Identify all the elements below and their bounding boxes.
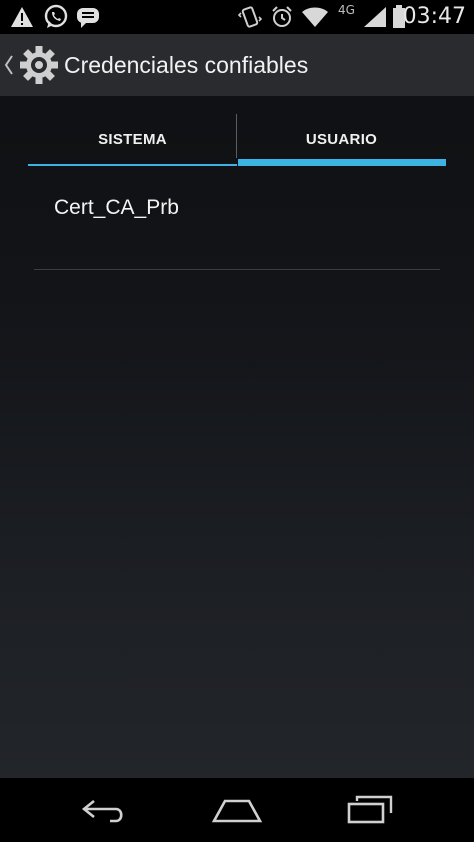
status-time: 03:47 [402, 4, 466, 29]
recents-icon[interactable] [340, 792, 400, 828]
list-item-certificate[interactable]: Cert_CA_Prb [34, 172, 440, 270]
back-icon[interactable] [74, 792, 134, 828]
signal-icon [362, 0, 388, 34]
tab-sistema[interactable]: SISTEMA [28, 112, 237, 166]
settings-gear-icon[interactable] [18, 44, 60, 91]
tab-sistema-label: SISTEMA [98, 130, 167, 148]
message-icon [74, 0, 102, 34]
tab-usuario-label: USUARIO [305, 130, 378, 148]
home-icon[interactable] [207, 792, 267, 828]
wifi-icon [300, 0, 330, 34]
status-bar: 4G 03:47 [0, 0, 474, 34]
warning-icon [8, 0, 36, 34]
action-bar: Credenciales confiables [0, 34, 474, 96]
tab-usuario[interactable]: USUARIO [237, 112, 446, 166]
list-divider [34, 269, 440, 270]
navigation-bar [0, 778, 474, 842]
tab-bar: SISTEMA USUARIO [28, 112, 446, 166]
network-type: 4G [338, 3, 355, 17]
certificate-name: Cert_CA_Prb [54, 196, 179, 219]
alarm-icon [268, 0, 296, 34]
whatsapp-icon [42, 0, 70, 34]
vibrate-icon [236, 0, 264, 34]
tab-sistema-indicator [28, 164, 237, 166]
page-title: Credenciales confiables [64, 52, 309, 78]
screen: 4G 03:47 Credenciales confiables SISTEMA… [0, 0, 474, 842]
tab-usuario-selected-indicator [238, 159, 446, 166]
back-chevron-icon[interactable] [4, 54, 14, 81]
